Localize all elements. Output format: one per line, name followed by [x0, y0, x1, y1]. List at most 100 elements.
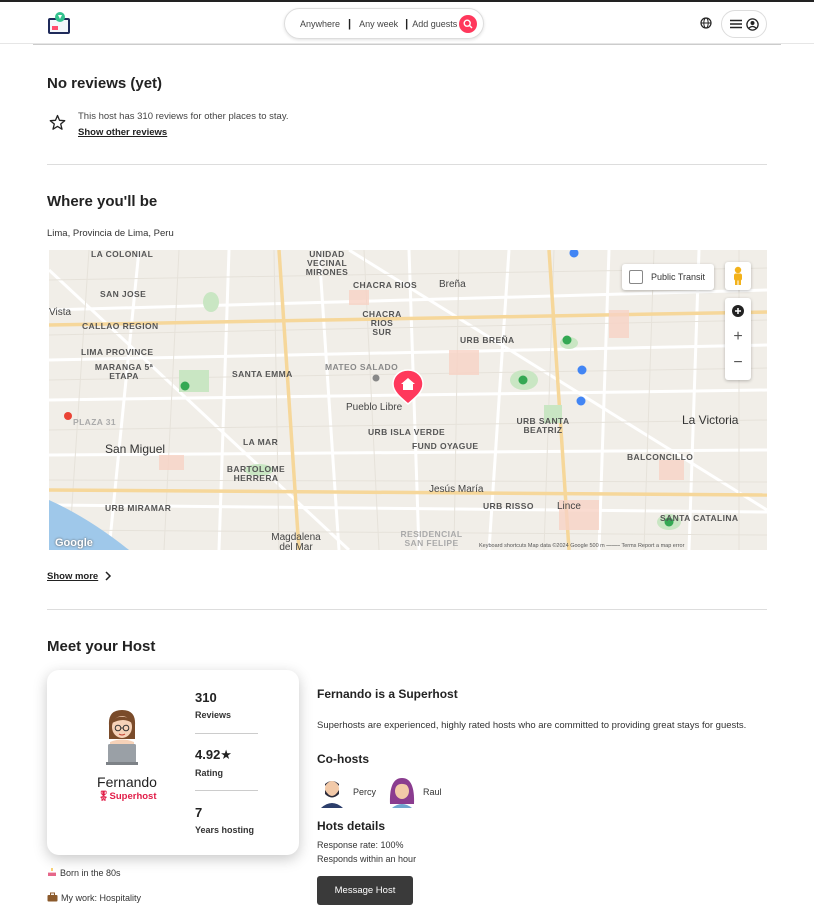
- cohost-item[interactable]: Percy: [317, 776, 376, 808]
- map-label: Lince: [557, 501, 581, 512]
- stat-label: Rating: [195, 768, 223, 778]
- cohost-avatar: [318, 778, 346, 808]
- map-label: SAN JOSE: [100, 289, 147, 299]
- map-label: LA MAR: [243, 437, 279, 447]
- location-address: Lima, Provincia de Lima, Peru: [47, 228, 174, 239]
- show-other-reviews-link[interactable]: Show other reviews: [78, 127, 167, 138]
- map-label: CHACRA RIOS: [353, 280, 418, 290]
- map-label: URB ISLA VERDE: [368, 427, 446, 437]
- divider: [47, 609, 767, 610]
- zoom-out-button[interactable]: −: [725, 350, 751, 376]
- map-zoom-controls: + −: [725, 298, 751, 380]
- cohost-name: Percy: [353, 787, 377, 797]
- map-label: Vista: [49, 307, 72, 318]
- host-card[interactable]: Fernando 🎖Superhost 310 Reviews 4.92★ Ra…: [47, 670, 299, 855]
- divider: [47, 164, 767, 165]
- stat-value: 310: [195, 690, 217, 705]
- reviews-title: No reviews (yet): [47, 75, 163, 92]
- search-separator: |: [405, 17, 409, 30]
- map-label: San Miguel: [105, 442, 166, 456]
- cake-shape: [48, 868, 56, 876]
- map-label: Jesús María: [429, 484, 484, 495]
- map-label: SANTA EMMA: [232, 369, 293, 379]
- map-label: LIMA PROVINCE: [81, 347, 154, 357]
- hamburger-icon: [729, 19, 742, 29]
- map-label: URB BREÑA: [460, 335, 515, 345]
- map[interactable]: LA COLONIAL UNIDAD VECINAL MIRONES CHACR…: [49, 250, 767, 550]
- location-pin-icon[interactable]: [392, 368, 424, 406]
- map-label: RESIDENCIAL SAN FELIPE: [400, 529, 463, 548]
- header-underline: [33, 44, 781, 45]
- map-label: URB RISSO: [483, 501, 534, 511]
- map-label: BALCONCILLO: [627, 452, 694, 462]
- map-label: UNIDAD VECINAL MIRONES: [305, 250, 349, 277]
- stat-value: 7: [195, 805, 203, 820]
- stat-reviews: 310 Reviews: [195, 690, 231, 720]
- public-transit-label: Public Transit: [651, 272, 706, 282]
- briefcase-icon: [47, 892, 58, 904]
- stat-value: 4.92★: [195, 747, 232, 762]
- map-label: MARANGA 5ª ETAPA: [94, 362, 154, 381]
- stat-label: Reviews: [195, 710, 232, 720]
- map-label: URB SANTA BEATRIZ: [516, 416, 570, 435]
- fact-born-text: Born in the 80s: [60, 868, 121, 878]
- host-avatar: [106, 710, 138, 765]
- briefcase-shape: [47, 892, 58, 902]
- map-label: MATEO SALADO: [325, 362, 399, 372]
- cohost-name: Raul: [423, 787, 442, 797]
- cohost-item[interactable]: Raul: [387, 776, 442, 808]
- top-header: Anywhere | Any week | Add guests: [0, 2, 814, 44]
- search-when[interactable]: Any week: [359, 19, 398, 29]
- map-label: BARTOLOME HERRERA: [226, 464, 286, 483]
- map-label: FUND OYAGUE: [412, 441, 479, 451]
- map-label: SANTA CATALINA: [660, 513, 739, 523]
- superhost-label: Superhost: [109, 791, 157, 802]
- public-transit-checkbox[interactable]: [629, 270, 643, 284]
- superhost-description: Superhosts are experienced, highly rated…: [317, 720, 747, 731]
- search-where[interactable]: Anywhere: [300, 19, 340, 29]
- fact-born: Born in the 80s: [47, 867, 121, 879]
- cohost-avatar: [388, 778, 416, 808]
- public-transit-toggle[interactable]: Public Transit: [622, 264, 714, 290]
- map-label: Magdalena del Mar: [271, 532, 321, 551]
- superhost-title: Fernando is a Superhost: [317, 687, 458, 701]
- cohosts-title: Co-hosts: [317, 752, 369, 766]
- location-title: Where you'll be: [47, 193, 158, 210]
- stat-rating: 4.92★ Rating: [195, 747, 232, 778]
- stat-divider: [195, 733, 258, 734]
- search-icon: [463, 19, 473, 29]
- search-separator: |: [348, 17, 352, 30]
- host-name: Fernando: [97, 774, 157, 790]
- zoom-in-button[interactable]: +: [725, 324, 751, 350]
- cake-icon: [47, 867, 57, 879]
- response-rate: Response rate: 100%: [317, 840, 404, 850]
- map-label: LA COLONIAL: [91, 250, 154, 259]
- response-time: Responds within an hour: [317, 854, 417, 864]
- message-host-button[interactable]: Message Host: [317, 876, 413, 905]
- google-logo: Google: [55, 537, 93, 549]
- show-more-link[interactable]: Show more: [47, 571, 98, 582]
- user-icon: [745, 17, 759, 31]
- map-label: La Victoria: [682, 413, 739, 427]
- globe-icon[interactable]: [700, 17, 712, 29]
- star-icon: [49, 114, 66, 130]
- fact-work-text: My work: Hospitality: [61, 893, 142, 903]
- search-button[interactable]: [459, 15, 477, 33]
- map-attribution[interactable]: Keyboard shortcuts Map data ©2024 Google…: [479, 543, 684, 550]
- recenter-icon[interactable]: [725, 298, 751, 324]
- superhost-badge: 🎖Superhost: [47, 791, 207, 802]
- street-view-pegman-icon[interactable]: [725, 262, 751, 290]
- logo-icon[interactable]: [47, 10, 71, 36]
- map-label: CALLAO REGION: [82, 321, 159, 331]
- medal-icon: 🎖: [97, 791, 110, 802]
- fact-work: My work: Hospitality: [47, 892, 141, 904]
- recenter-shape: [732, 305, 744, 317]
- host-details-title: Hots details: [317, 819, 386, 833]
- chevron-right-icon[interactable]: [104, 571, 112, 581]
- map-label: URB MIRAMAR: [105, 503, 172, 513]
- host-section-title: Meet your Host: [47, 638, 156, 655]
- user-menu-button[interactable]: [721, 10, 767, 38]
- search-bar[interactable]: Anywhere | Any week | Add guests: [284, 8, 484, 39]
- search-who[interactable]: Add guests: [412, 19, 457, 29]
- map-label: PLAZA 31: [73, 417, 117, 427]
